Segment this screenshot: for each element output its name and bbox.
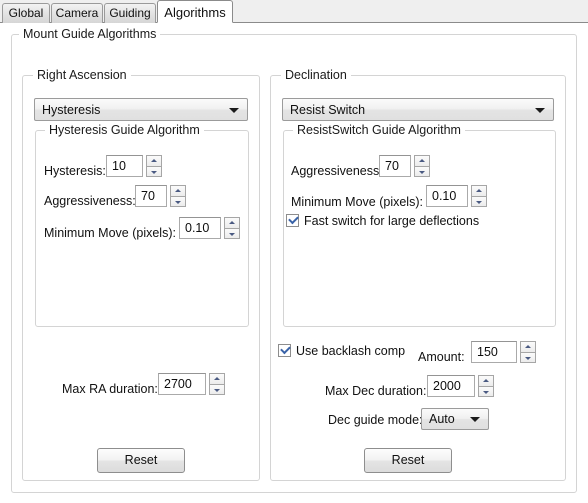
triangle-up-icon <box>419 159 425 162</box>
triangle-up-icon <box>483 379 489 382</box>
dec-guide-mode-label: Dec guide mode: <box>328 413 423 427</box>
chevron-down-icon <box>535 107 545 113</box>
max-dec-duration-stepper[interactable] <box>478 375 494 397</box>
max-ra-duration-input[interactable]: 2700 <box>158 373 206 395</box>
triangle-down-icon <box>229 232 235 236</box>
max-dec-duration-stepper-down[interactable] <box>478 386 494 397</box>
ra-reset-button[interactable]: Reset <box>97 448 185 473</box>
triangle-down-icon <box>476 200 482 204</box>
dec-minimum-move-input[interactable]: 0.10 <box>426 185 468 207</box>
triangle-up-icon <box>214 377 220 380</box>
ra-minimum-move-stepper-up[interactable] <box>224 217 240 228</box>
amount-stepper[interactable] <box>520 341 536 363</box>
dec-minimum-move-stepper[interactable] <box>471 185 487 207</box>
max-dec-duration-input[interactable]: 2000 <box>427 375 475 397</box>
resistswitch-algorithm-title: ResistSwitch Guide Algorithm <box>293 123 465 137</box>
triangle-up-icon <box>151 159 157 162</box>
ra-minimum-move-stepper[interactable] <box>224 217 240 239</box>
hysteresis-stepper-down[interactable] <box>146 166 162 177</box>
hysteresis-stepper-up[interactable] <box>146 155 162 166</box>
triangle-down-icon <box>525 356 531 360</box>
dec-aggressiveness-stepper-up[interactable] <box>414 155 430 166</box>
hysteresis-stepper[interactable] <box>146 155 162 177</box>
triangle-down-icon <box>419 170 425 174</box>
hysteresis-label: Hysteresis: <box>44 164 106 178</box>
dec-minimum-move-stepper-up[interactable] <box>471 185 487 196</box>
max-dec-duration-label: Max Dec duration: <box>325 384 427 398</box>
chevron-down-icon <box>470 417 480 422</box>
dec-guide-mode-combobox[interactable]: Auto <box>421 408 489 430</box>
max-ra-duration-stepper-down[interactable] <box>209 384 225 395</box>
tab-camera[interactable]: Camera <box>51 3 103 23</box>
right-ascension-title: Right Ascension <box>33 68 131 82</box>
triangle-up-icon <box>476 189 482 192</box>
tab-global[interactable]: Global <box>2 3 50 23</box>
fast-switch-label: Fast switch for large deflections <box>304 214 480 228</box>
dec-aggressiveness-label: Aggressiveness: <box>291 164 383 178</box>
checkmark-icon <box>288 213 299 225</box>
max-ra-duration-stepper[interactable] <box>209 373 225 395</box>
triangle-down-icon <box>175 200 181 204</box>
ra-aggressiveness-stepper-up[interactable] <box>170 185 186 196</box>
use-backlash-comp-label: Use backlash comp <box>296 344 406 358</box>
triangle-up-icon <box>229 221 235 224</box>
max-ra-duration-label: Max RA duration: <box>62 382 158 396</box>
triangle-down-icon <box>151 170 157 174</box>
ra-aggressiveness-input[interactable]: 70 <box>135 185 167 207</box>
triangle-down-icon <box>214 388 220 392</box>
ra-aggressiveness-label: Aggressiveness: <box>44 194 136 208</box>
right-ascension-group: Right Ascension Hysteresis Guide Algorit… <box>22 68 260 481</box>
triangle-down-icon <box>483 390 489 394</box>
dec-algorithm-value: Resist Switch <box>290 102 366 117</box>
ra-algorithm-combobox[interactable]: Hysteresis <box>34 98 248 121</box>
dec-algorithm-combobox[interactable]: Resist Switch <box>282 98 554 121</box>
dec-aggressiveness-input[interactable]: 70 <box>379 155 411 177</box>
dec-aggressiveness-stepper-down[interactable] <box>414 166 430 177</box>
amount-label: Amount: <box>418 350 465 364</box>
amount-stepper-down[interactable] <box>520 352 536 363</box>
checkmark-icon <box>280 343 291 355</box>
tab-algorithms[interactable]: Algorithms <box>157 0 233 23</box>
ra-aggressiveness-stepper[interactable] <box>170 185 186 207</box>
mount-guide-algorithms-title: Mount Guide Algorithms <box>19 27 161 41</box>
ra-minimum-move-label: Minimum Move (pixels): <box>44 226 176 240</box>
max-dec-duration-stepper-up[interactable] <box>478 375 494 386</box>
tab-guiding[interactable]: Guiding <box>104 3 156 23</box>
max-ra-duration-stepper-up[interactable] <box>209 373 225 384</box>
algorithms-settings-window: Global Camera Guiding Algorithms Mount G… <box>0 0 588 503</box>
ra-algorithm-value: Hysteresis <box>42 102 101 117</box>
ra-minimum-move-input[interactable]: 0.10 <box>179 217 221 239</box>
ra-aggressiveness-stepper-down[interactable] <box>170 196 186 207</box>
fast-switch-checkbox[interactable] <box>286 213 299 227</box>
ra-minimum-move-stepper-down[interactable] <box>224 228 240 239</box>
amount-input[interactable]: 150 <box>471 341 517 363</box>
dec-minimum-move-label: Minimum Move (pixels): <box>291 195 423 209</box>
triangle-up-icon <box>175 189 181 192</box>
use-backlash-comp-checkbox[interactable] <box>278 343 291 357</box>
amount-stepper-up[interactable] <box>520 341 536 352</box>
dec-guide-mode-value: Auto <box>429 412 455 426</box>
triangle-up-icon <box>525 345 531 348</box>
tab-bar: Global Camera Guiding Algorithms <box>0 0 588 23</box>
dec-aggressiveness-stepper[interactable] <box>414 155 430 177</box>
dec-minimum-move-stepper-down[interactable] <box>471 196 487 207</box>
hysteresis-algorithm-title: Hysteresis Guide Algorithm <box>45 123 204 137</box>
chevron-down-icon <box>229 107 239 113</box>
declination-title: Declination <box>281 68 351 82</box>
dec-reset-button[interactable]: Reset <box>364 448 452 473</box>
hysteresis-input[interactable]: 10 <box>106 155 143 177</box>
